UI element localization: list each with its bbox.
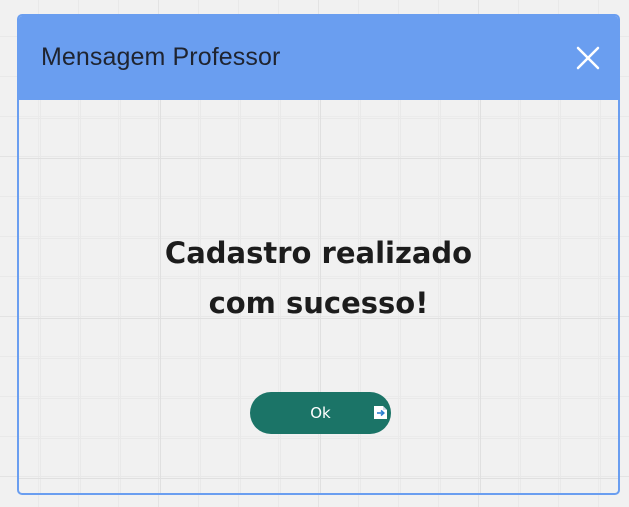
message-line-2: com sucesso! — [208, 286, 429, 320]
dialog-header: Mensagem Professor — [19, 16, 618, 100]
message-dialog: Mensagem Professor Cadastro realizado co… — [17, 14, 620, 495]
ok-button-label: Ok — [310, 404, 331, 422]
message-line-1: Cadastro realizado — [164, 236, 473, 270]
dialog-message: Cadastro realizado com sucesso! — [19, 228, 618, 328]
close-icon[interactable] — [574, 44, 602, 72]
arrow-right-badge-icon — [373, 394, 388, 419]
dialog-title: Mensagem Professor — [41, 43, 281, 71]
ok-button[interactable]: Ok — [250, 392, 391, 434]
